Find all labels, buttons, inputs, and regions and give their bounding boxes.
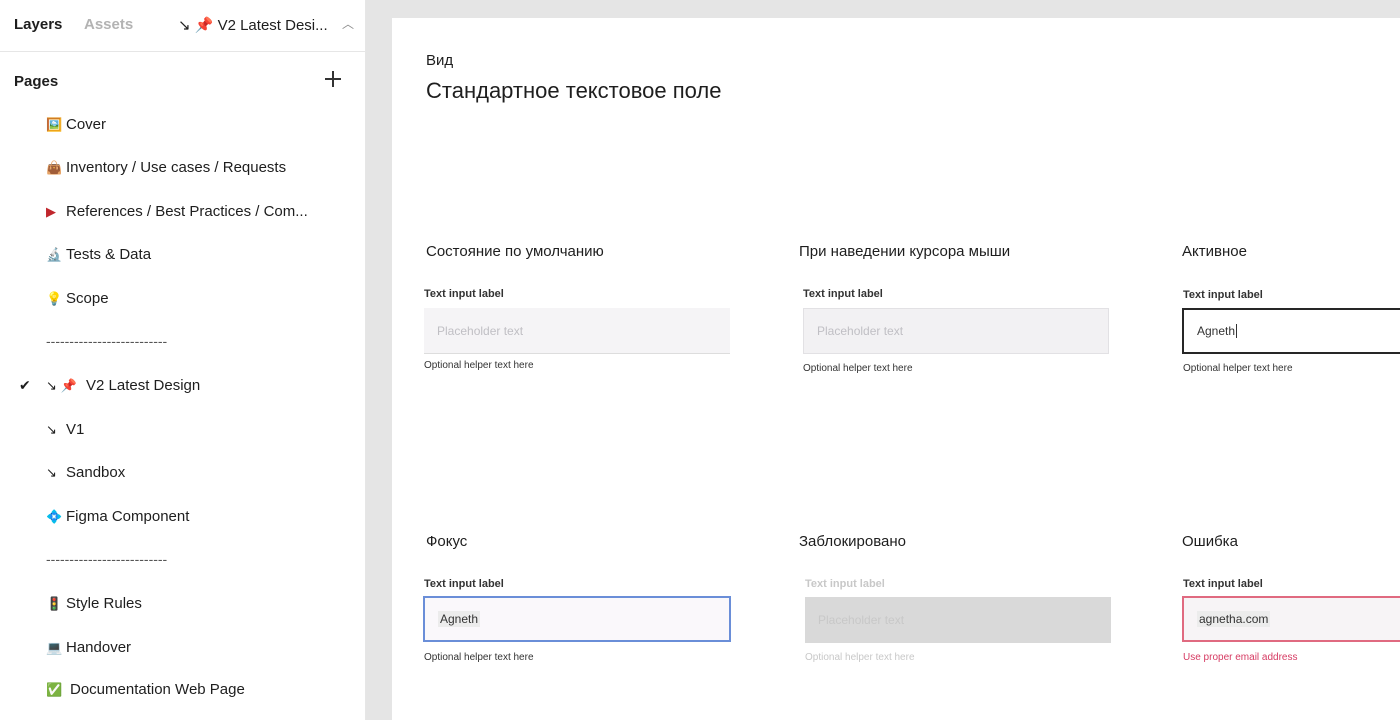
input-value: agnetha.com	[1197, 611, 1271, 627]
page-item-v2-latest-design[interactable]: ↘ 📌 V2 Latest Design	[46, 377, 200, 394]
page-emoji-icon: ↘ 📌	[46, 378, 77, 393]
tab-layers[interactable]: Layers	[14, 16, 62, 33]
page-item-inventory[interactable]: 👜 Inventory / Use cases / Requests	[46, 159, 286, 176]
state-title-focus: Фокус	[426, 533, 468, 550]
input-label-focus: Text input label	[424, 578, 504, 590]
page-item-sandbox[interactable]: ↘ Sandbox	[46, 464, 125, 481]
state-title-hover: При наведении курсора мыши	[799, 243, 1011, 260]
page-label: Documentation Web Page	[70, 681, 245, 698]
page-label: V2 Latest Design	[86, 377, 201, 394]
page-emoji-icon: 💡	[46, 291, 63, 306]
page-label: Cover	[66, 116, 107, 133]
input-label-disabled: Text input label	[805, 578, 885, 590]
page-label: Inventory / Use cases / Requests	[66, 159, 287, 176]
helper-text-active: Optional helper text here	[1183, 363, 1293, 374]
page-label: Figma Component	[66, 508, 190, 525]
page-item-v1[interactable]: ↘ V1	[46, 421, 84, 438]
page-emoji-icon: 🚦	[46, 596, 63, 611]
state-title-active: Активное	[1182, 243, 1247, 260]
page-divider[interactable]: --------------------------	[46, 333, 167, 349]
input-label-hover: Text input label	[803, 288, 883, 300]
text-caret	[1236, 324, 1238, 338]
tab-assets[interactable]: Assets	[84, 16, 133, 33]
page-label: Scope	[66, 290, 109, 307]
page-item-cover[interactable]: 🖼️ Cover	[46, 116, 106, 133]
input-placeholder: Placeholder text	[818, 613, 905, 627]
text-input-focus[interactable]: Agneth	[423, 596, 731, 642]
input-label-active: Text input label	[1183, 289, 1263, 301]
input-value: Agneth	[1197, 324, 1236, 338]
page-item-tests[interactable]: 🔬 Tests & Data	[46, 246, 151, 263]
helper-text-focus: Optional helper text here	[424, 652, 534, 663]
page-emoji-icon: 🖼️	[46, 117, 63, 132]
page-item-handover[interactable]: 💻 Handover	[46, 639, 131, 656]
text-input-default[interactable]: Placeholder text	[424, 308, 730, 354]
input-label-default: Text input label	[424, 288, 504, 300]
text-input-hover[interactable]: Placeholder text	[803, 308, 1109, 354]
page-item-references[interactable]: ▶ References / Best Practices / Com...	[46, 203, 308, 220]
input-label-error: Text input label	[1183, 578, 1263, 590]
panel-topbar: Layers Assets ↘ 📌 V2 Latest Desi... ︿	[0, 0, 366, 52]
page-label: V1	[66, 421, 85, 438]
pages-header: Pages	[14, 73, 59, 90]
page-label: Style Rules	[66, 595, 142, 612]
page-emoji-icon: 💠	[46, 509, 63, 524]
page-label: Handover	[66, 639, 132, 656]
page-label: Tests & Data	[66, 246, 152, 263]
helper-text-disabled: Optional helper text here	[805, 652, 915, 663]
state-title-default: Состояние по умолчанию	[426, 243, 604, 260]
helper-text-hover: Optional helper text here	[803, 363, 913, 374]
state-title-disabled: Заблокировано	[799, 533, 906, 550]
page-emoji-icon: ✅	[46, 682, 63, 697]
frame-title: Стандартное текстовое поле	[426, 78, 722, 103]
page-emoji-icon: 💻	[46, 640, 63, 655]
page-emoji-icon: ↘	[46, 465, 57, 480]
page-item-style-rules[interactable]: 🚦 Style Rules	[46, 595, 142, 612]
page-emoji-icon: ▶	[46, 204, 56, 219]
page-item-documentation[interactable]: ✅ Documentation Web Page	[46, 681, 245, 698]
text-input-disabled: Placeholder text	[805, 597, 1111, 643]
helper-text-error: Use proper email address	[1183, 652, 1298, 663]
current-page-label: ↘ 📌 V2 Latest Desi...	[178, 17, 328, 34]
input-placeholder: Placeholder text	[437, 323, 524, 338]
design-canvas[interactable]: Вид Стандартное текстовое поле Состояние…	[366, 0, 1400, 720]
text-input-error[interactable]: agnetha.com	[1182, 596, 1400, 642]
state-title-error: Ошибка	[1182, 533, 1238, 550]
frame-overline: Вид	[426, 52, 454, 69]
page-item-scope[interactable]: 💡 Scope	[46, 290, 109, 307]
page-emoji-icon: 🔬	[46, 247, 63, 262]
add-page-plus-icon[interactable]	[322, 68, 344, 90]
page-label: Sandbox	[66, 464, 126, 481]
layers-panel: Layers Assets ↘ 📌 V2 Latest Desi... ︿ Pa…	[0, 0, 366, 720]
chevron-up-icon: ︿	[342, 17, 355, 31]
page-emoji-icon: ↘	[46, 422, 57, 437]
input-value: Agneth	[438, 611, 481, 627]
page-emoji-icon: 👜	[46, 160, 63, 175]
input-placeholder: Placeholder text	[817, 324, 904, 338]
current-page-switcher[interactable]: ↘ 📌 V2 Latest Desi... ︿	[178, 16, 354, 34]
page-item-figma-component[interactable]: 💠 Figma Component	[46, 508, 189, 525]
design-frame[interactable]: Вид Стандартное текстовое поле Состояние…	[392, 18, 1400, 720]
check-icon: ✔	[19, 377, 31, 393]
page-label: References / Best Practices / Com...	[66, 203, 308, 220]
text-input-active[interactable]: Agneth	[1182, 308, 1400, 354]
helper-text-default: Optional helper text here	[424, 360, 534, 371]
page-divider[interactable]: --------------------------	[46, 551, 167, 567]
